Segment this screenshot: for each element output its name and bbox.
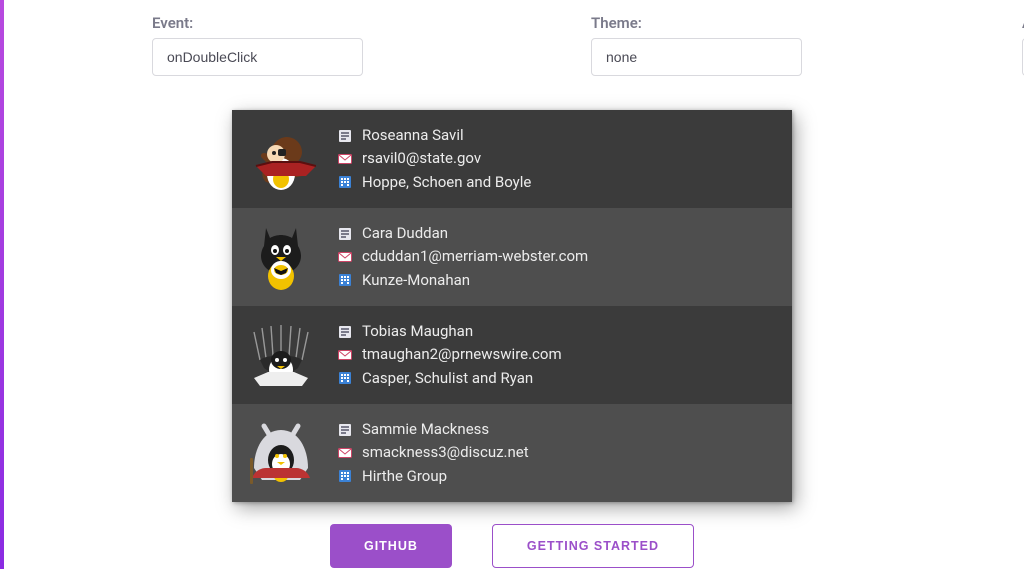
company-line: Hirthe Group — [338, 465, 772, 488]
name-text: Roseanna Savil — [362, 124, 464, 147]
company-text: Kunze-Monahan — [362, 269, 470, 292]
person-icon — [338, 227, 352, 241]
person-icon — [338, 423, 352, 437]
email-text: rsavil0@state.gov — [362, 147, 481, 170]
avatar — [246, 222, 316, 292]
list-item-body: Tobias Maughan tmaughan2@prnewswire.com … — [338, 320, 772, 390]
envelope-icon — [338, 250, 352, 264]
avatar — [246, 320, 316, 390]
email-text: tmaughan2@prnewswire.com — [362, 343, 562, 366]
name-line: Sammie Mackness — [338, 418, 772, 441]
envelope-icon — [338, 348, 352, 362]
avatar — [246, 124, 316, 194]
control-group-theme: Theme: — [591, 14, 802, 76]
person-icon — [338, 129, 352, 143]
envelope-icon — [338, 152, 352, 166]
list-item[interactable]: Tobias Maughan tmaughan2@prnewswire.com … — [232, 306, 792, 404]
company-line: Kunze-Monahan — [338, 269, 772, 292]
name-line: Roseanna Savil — [338, 124, 772, 147]
envelope-icon — [338, 446, 352, 460]
avatar — [246, 418, 316, 488]
building-icon — [338, 371, 352, 385]
company-text: Hirthe Group — [362, 465, 447, 488]
list-item-body: Sammie Mackness smackness3@discuz.net Hi… — [338, 418, 772, 488]
email-line: cduddan1@merriam-webster.com — [338, 245, 772, 268]
company-line: Hoppe, Schoen and Boyle — [338, 171, 772, 194]
company-text: Hoppe, Schoen and Boyle — [362, 171, 531, 194]
person-icon — [338, 325, 352, 339]
buttons-row: GITHUB GETTING STARTED — [0, 524, 1024, 568]
company-text: Casper, Schulist and Ryan — [362, 367, 533, 390]
left-accent-bar — [0, 0, 4, 569]
building-icon — [338, 175, 352, 189]
list-item-body: Roseanna Savil rsavil0@state.gov Hoppe, … — [338, 124, 772, 194]
getting-started-button[interactable]: GETTING STARTED — [492, 524, 694, 568]
list-item[interactable]: Sammie Mackness smackness3@discuz.net Hi… — [232, 404, 792, 502]
email-line: rsavil0@state.gov — [338, 147, 772, 170]
event-label: Event: — [152, 14, 363, 32]
controls-row: Event: Theme: Animation: — [0, 0, 1024, 76]
email-text: smackness3@discuz.net — [362, 441, 529, 464]
email-line: tmaughan2@prnewswire.com — [338, 343, 772, 366]
name-text: Sammie Mackness — [362, 418, 489, 441]
company-line: Casper, Schulist and Ryan — [338, 367, 772, 390]
name-text: Tobias Maughan — [362, 320, 473, 343]
email-text: cduddan1@merriam-webster.com — [362, 245, 588, 268]
building-icon — [338, 273, 352, 287]
building-icon — [338, 469, 352, 483]
name-line: Cara Duddan — [338, 222, 772, 245]
event-input[interactable] — [152, 38, 363, 76]
control-group-event: Event: — [152, 14, 363, 76]
theme-input[interactable] — [591, 38, 802, 76]
email-line: smackness3@discuz.net — [338, 441, 772, 464]
contacts-list: Roseanna Savil rsavil0@state.gov Hoppe, … — [232, 110, 792, 502]
name-line: Tobias Maughan — [338, 320, 772, 343]
list-item[interactable]: Cara Duddan cduddan1@merriam-webster.com… — [232, 208, 792, 306]
list-item[interactable]: Roseanna Savil rsavil0@state.gov Hoppe, … — [232, 110, 792, 208]
name-text: Cara Duddan — [362, 222, 448, 245]
list-item-body: Cara Duddan cduddan1@merriam-webster.com… — [338, 222, 772, 292]
theme-label: Theme: — [591, 14, 802, 32]
github-button[interactable]: GITHUB — [330, 524, 452, 568]
